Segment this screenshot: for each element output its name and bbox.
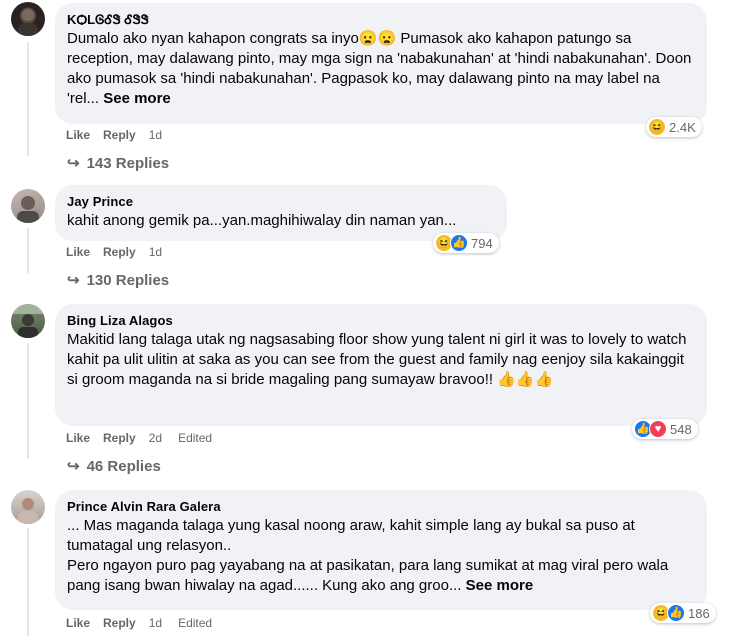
comment-actions: Like Reply 2d Edited xyxy=(66,430,225,446)
edited-label: Edited xyxy=(178,431,213,445)
timestamp[interactable]: 1d xyxy=(149,244,162,260)
comment-author[interactable]: Jay Prince xyxy=(67,193,495,210)
timestamp[interactable]: 1d xyxy=(149,615,162,631)
timestamp[interactable]: 1d xyxy=(149,127,162,143)
see-more-link[interactable]: See more xyxy=(103,90,171,107)
reaction-count: 794 xyxy=(471,235,493,251)
comment-body: ... Mas maganda talaga yung kasal noong … xyxy=(67,517,669,594)
comment-body: Makitid lang talaga utak ng nagsasabing … xyxy=(67,331,691,388)
reply-arrow-icon: ↪ xyxy=(67,155,80,172)
reaction-summary[interactable]: 👍 ♥ 548 xyxy=(632,419,698,439)
thread-line xyxy=(27,228,29,273)
reaction-count: 2.4K xyxy=(669,119,696,135)
like-button[interactable]: Like xyxy=(66,430,90,446)
reaction-summary[interactable]: 😆 👍 186 xyxy=(650,603,716,623)
reaction-count: 186 xyxy=(688,605,710,621)
reply-button[interactable]: Reply xyxy=(103,127,136,143)
reply-button[interactable]: Reply xyxy=(103,430,136,446)
comment-body: kahit anong gemik pa...yan.maghihiwalay … xyxy=(67,212,457,229)
reaction-count: 548 xyxy=(670,421,692,437)
thread-line xyxy=(27,528,29,636)
like-button[interactable]: Like xyxy=(66,127,90,143)
avatar[interactable] xyxy=(11,2,45,36)
avatar[interactable] xyxy=(11,490,45,524)
like-reaction-icon: 👍 xyxy=(667,604,685,622)
comment-actions: Like Reply 1d xyxy=(66,244,175,260)
reply-button[interactable]: Reply xyxy=(103,615,136,631)
reply-button[interactable]: Reply xyxy=(103,244,136,260)
see-more-link[interactable]: See more xyxy=(466,577,534,594)
love-reaction-icon: ♥ xyxy=(649,420,667,438)
thread-line xyxy=(27,343,29,459)
comment-text: ... Mas maganda talaga yung kasal noong … xyxy=(67,516,695,596)
reply-arrow-icon: ↪ xyxy=(67,272,80,289)
edited-label: Edited xyxy=(178,616,213,630)
comment-author[interactable]: Bing Liza Alagos xyxy=(67,312,695,329)
comment-bubble: Bing Liza Alagos Makitid lang talaga uta… xyxy=(55,304,707,426)
thread-line xyxy=(27,42,29,156)
like-button[interactable]: Like xyxy=(66,615,90,631)
reply-arrow-icon: ↪ xyxy=(67,458,80,475)
view-replies-link[interactable]: ↪ 46 Replies xyxy=(67,457,161,477)
like-reaction-icon: 👍 xyxy=(450,234,468,252)
comment-text: Dumalo ako nyan kahapon congrats sa inyo… xyxy=(67,29,695,109)
avatar[interactable] xyxy=(11,189,45,223)
comment-actions: Like Reply 1d xyxy=(66,127,175,143)
replies-count: 143 Replies xyxy=(86,155,170,172)
comment-author[interactable]: Prince Alvin Rara Galera xyxy=(67,498,695,515)
comment-bubble: KѺLᎶᎴᏕ ᎴᏕᏕ Dumalo ako nyan kahapon congr… xyxy=(55,3,707,124)
comment-author[interactable]: KѺLᎶᎴᏕ ᎴᏕᏕ xyxy=(67,11,695,28)
reaction-summary[interactable]: 😆 2.4K xyxy=(646,117,702,137)
reaction-summary[interactable]: 😆 👍 794 xyxy=(433,233,499,253)
view-replies-link[interactable]: ↪ 130 Replies xyxy=(67,271,169,291)
timestamp[interactable]: 2d xyxy=(149,430,162,446)
like-button[interactable]: Like xyxy=(66,244,90,260)
view-replies-link[interactable]: ↪ 143 Replies xyxy=(67,154,169,174)
replies-count: 130 Replies xyxy=(86,272,170,289)
replies-count: 46 Replies xyxy=(86,458,161,475)
avatar[interactable] xyxy=(11,304,45,338)
comment-bubble: Prince Alvin Rara Galera ... Mas maganda… xyxy=(55,490,707,610)
comment-actions: Like Reply 1d Edited xyxy=(66,615,225,631)
haha-reaction-icon: 😆 xyxy=(648,118,666,136)
